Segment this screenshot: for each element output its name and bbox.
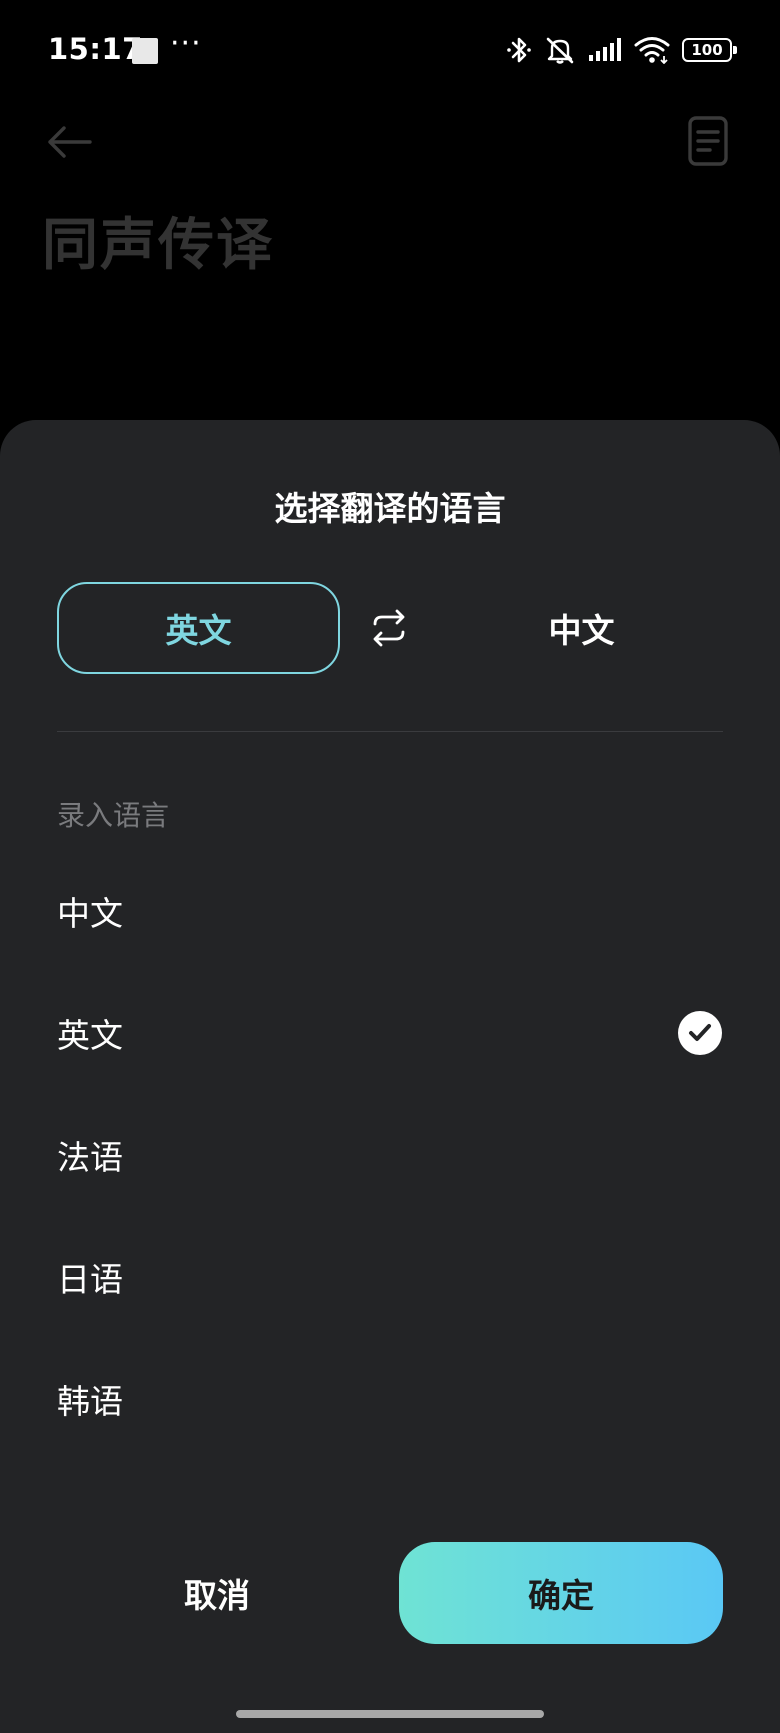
- source-language-button[interactable]: 英文: [57, 582, 340, 674]
- bluetooth-icon: [507, 37, 531, 63]
- section-label: 录入语言: [57, 799, 170, 832]
- confirm-button[interactable]: 确定: [399, 1542, 723, 1644]
- screen: 15:17 ··· 100 同声传译 选择翻译的语言 英文 中文 录入语言 中文…: [0, 0, 780, 1733]
- language-option-english[interactable]: 英文: [0, 972, 780, 1094]
- battery-level: 100: [691, 40, 723, 59]
- swap-languages-icon[interactable]: [367, 606, 411, 650]
- status-icons: 100: [506, 34, 737, 66]
- document-icon[interactable]: [686, 110, 734, 170]
- sheet-title: 选择翻译的语言: [274, 489, 506, 528]
- language-list: 中文 英文 法语 日语 韩语: [0, 850, 780, 1460]
- language-option-label: 法语: [57, 1138, 123, 1177]
- checkmark-icon: [678, 1011, 722, 1055]
- home-indicator[interactable]: [236, 1710, 544, 1718]
- more-notifications-icon: ···: [170, 26, 202, 61]
- notification-square-icon: [132, 38, 158, 64]
- language-option-japanese[interactable]: 日语: [0, 1216, 780, 1338]
- language-option-label: 英文: [57, 1016, 123, 1055]
- status-time: 15:17: [48, 32, 143, 66]
- back-arrow-icon[interactable]: [42, 114, 98, 170]
- page-title: 同声传译: [42, 213, 274, 278]
- language-option-chinese[interactable]: 中文: [0, 850, 780, 972]
- language-option-french[interactable]: 法语: [0, 1094, 780, 1216]
- language-option-label: 中文: [57, 894, 123, 933]
- language-option-label: 日语: [57, 1260, 123, 1299]
- language-option-label: 韩语: [57, 1382, 123, 1421]
- status-bar: 15:17 ··· 100: [0, 0, 780, 100]
- background-page: 同声传译: [0, 100, 780, 420]
- target-language-button[interactable]: 中文: [440, 582, 723, 674]
- language-pair-row: 英文 中文: [57, 582, 723, 674]
- divider: [57, 731, 723, 732]
- language-picker-sheet: 选择翻译的语言 英文 中文 录入语言 中文 英文 法语 日语 韩语 取消 确定: [0, 420, 780, 1733]
- cancel-button[interactable]: 取消: [57, 1542, 377, 1644]
- language-option-korean[interactable]: 韩语: [0, 1338, 780, 1460]
- wifi-icon: [634, 37, 670, 64]
- silent-bell-icon: [546, 37, 574, 64]
- battery-icon: 100: [682, 38, 737, 62]
- signal-icon: [589, 38, 621, 61]
- action-buttons: 取消 确定: [0, 1542, 780, 1644]
